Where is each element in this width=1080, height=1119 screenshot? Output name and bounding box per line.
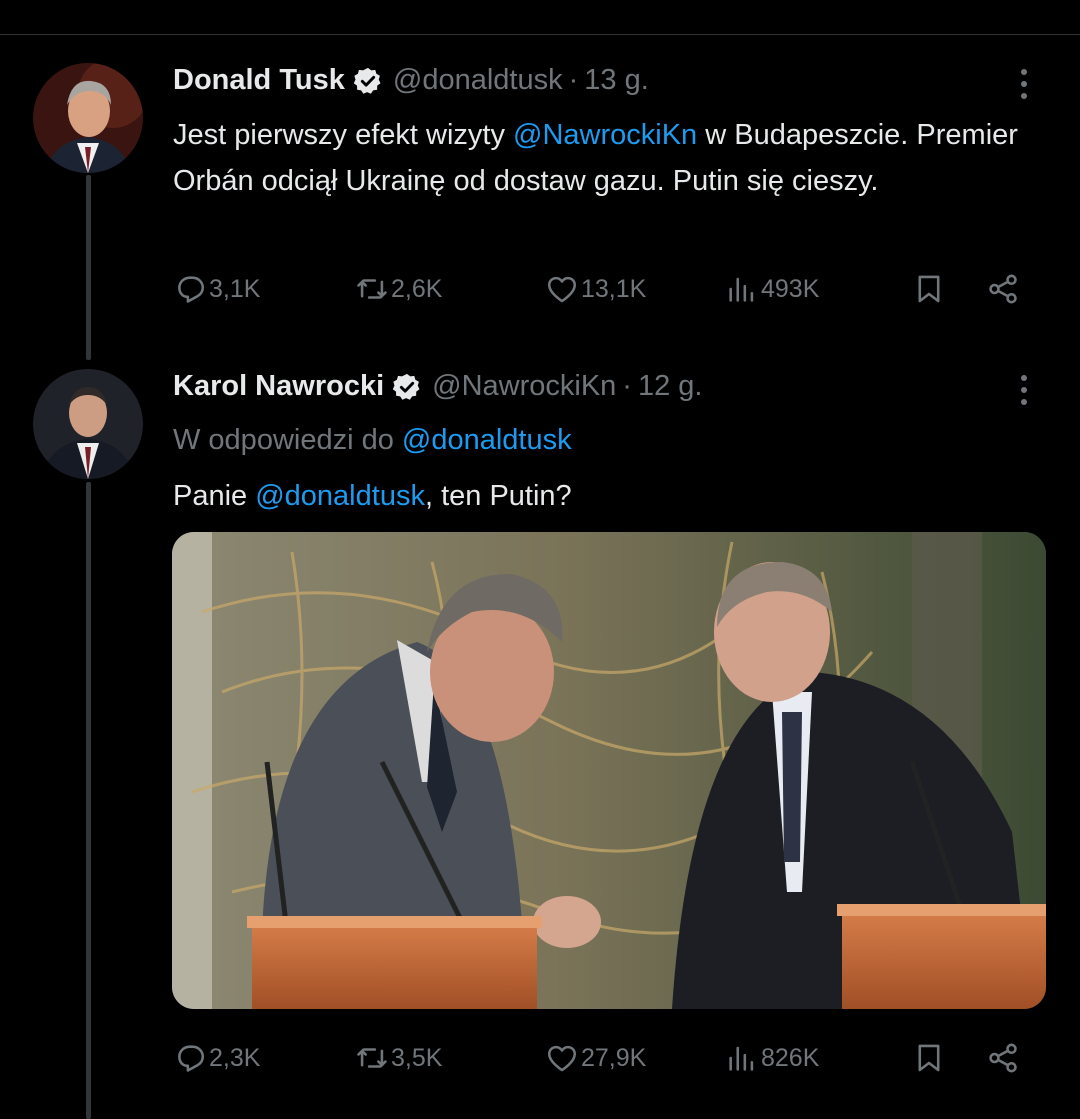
reply-button[interactable]: 2,3K <box>173 1041 260 1075</box>
separator-dot: · <box>622 370 632 402</box>
retweet-button[interactable]: 2,6K <box>355 272 442 306</box>
retweet-icon <box>357 279 387 299</box>
tweet-header: Karol Nawrocki @NawrockiKn · 12 g. <box>173 370 702 403</box>
text-part: Panie <box>173 480 256 512</box>
share-button[interactable] <box>986 1041 1022 1075</box>
thread-line <box>86 482 91 1119</box>
author-handle[interactable]: @donaldtusk <box>393 64 563 97</box>
tweet-photo[interactable] <box>172 532 1046 1009</box>
reply-context: W odpowiedzi do @donaldtusk <box>173 424 572 457</box>
reply-count: 2,3K <box>209 1043 261 1072</box>
tweet-header: Donald Tusk @donaldtusk · 13 g. <box>173 64 649 97</box>
retweet-button[interactable]: 3,5K <box>355 1041 442 1075</box>
author-name[interactable]: Donald Tusk <box>173 64 345 97</box>
like-button[interactable]: 13,1K <box>545 272 646 306</box>
retweet-count: 3,5K <box>391 1043 443 1072</box>
top-divider <box>0 34 1080 35</box>
more-icon[interactable] <box>1012 69 1036 99</box>
separator-dot: · <box>568 64 579 96</box>
timestamp[interactable]: 13 g. <box>584 64 649 97</box>
reply-icon <box>178 1045 205 1072</box>
timestamp[interactable]: 12 g. <box>638 370 703 403</box>
action-bar: 3,1K 2,6K 13,1K 493K <box>173 272 1033 312</box>
author-name[interactable]: Karol Nawrocki <box>173 370 384 403</box>
views-icon <box>729 1046 754 1071</box>
like-count: 27,9K <box>581 1043 647 1072</box>
bookmark-icon <box>918 1044 940 1072</box>
views-count: 826K <box>761 1043 820 1072</box>
retweet-icon <box>357 1048 387 1068</box>
share-icon <box>989 1043 1017 1073</box>
bookmark-button[interactable] <box>912 272 948 306</box>
reply-count: 3,1K <box>209 274 261 303</box>
views-icon <box>729 277 754 302</box>
verified-badge-icon <box>392 372 422 402</box>
like-icon <box>547 1045 577 1072</box>
like-count: 13,1K <box>581 274 647 303</box>
action-bar: 2,3K 3,5K 27,9K 826K <box>173 1041 1033 1081</box>
tweet-text: Jest pierwszy efekt wizyty @NawrockiKn w… <box>173 112 1043 204</box>
verified-badge-icon <box>353 66 383 96</box>
tweet-text: Panie @donaldtusk, ten Putin? <box>173 473 1043 519</box>
bookmark-icon <box>918 275 940 303</box>
reply-button[interactable]: 3,1K <box>173 272 260 306</box>
like-button[interactable]: 27,9K <box>545 1041 646 1075</box>
retweet-count: 2,6K <box>391 274 443 303</box>
mention-link[interactable]: @donaldtusk <box>255 480 425 512</box>
text-part: Jest pierwszy efekt wizyty <box>173 119 514 151</box>
like-icon <box>547 276 577 303</box>
views-count: 493K <box>761 274 820 303</box>
thread-line <box>86 175 91 360</box>
views-button[interactable]: 826K <box>725 1041 819 1075</box>
text-part: , ten Putin? <box>424 480 572 512</box>
reply-prefix: W odpowiedzi do <box>173 424 402 456</box>
avatar[interactable] <box>33 369 143 479</box>
mention-link[interactable]: @NawrockiKn <box>513 119 697 151</box>
bookmark-button[interactable] <box>912 1041 948 1075</box>
more-icon[interactable] <box>1012 375 1036 405</box>
share-icon <box>989 274 1017 304</box>
author-handle[interactable]: @NawrockiKn <box>432 370 616 403</box>
share-button[interactable] <box>986 272 1022 306</box>
mention-link[interactable]: @donaldtusk <box>402 424 572 456</box>
avatar[interactable] <box>33 63 143 173</box>
reply-icon <box>178 276 205 303</box>
views-button[interactable]: 493K <box>725 272 819 306</box>
